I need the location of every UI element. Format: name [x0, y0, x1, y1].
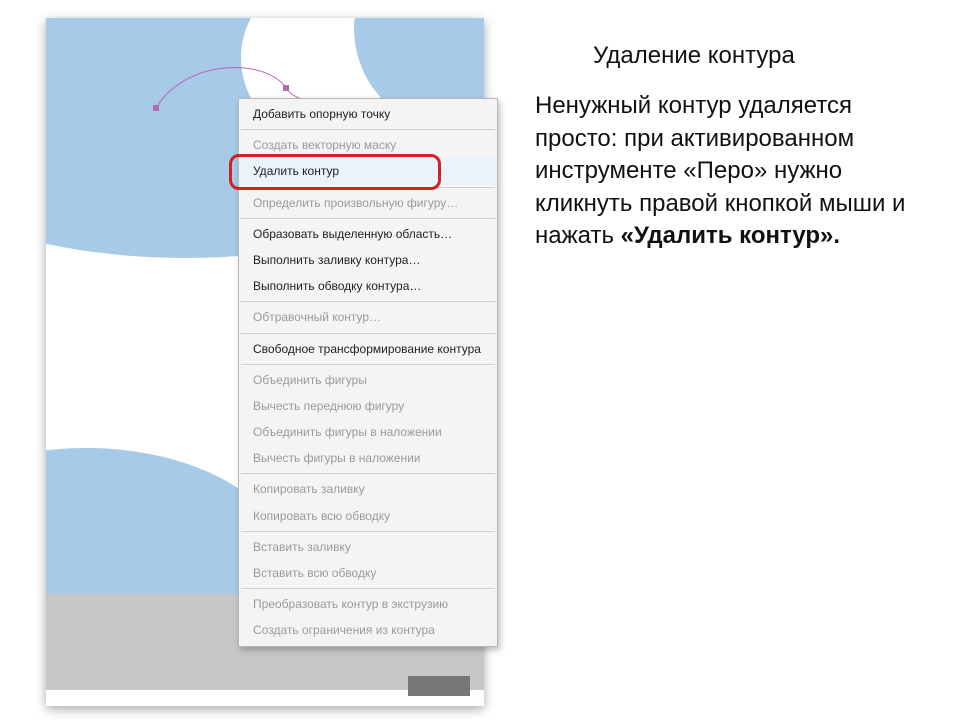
- context-menu: Добавить опорную точку Создать векторную…: [238, 98, 498, 647]
- menu-copy-stroke[interactable]: Копировать всю обводку: [239, 503, 497, 529]
- menu-create-constraint[interactable]: Создать ограничения из контура: [239, 617, 497, 643]
- menu-combine-shapes[interactable]: Объединить фигуры: [239, 367, 497, 393]
- menu-extrude-path[interactable]: Преобразовать контур в экструзию: [239, 591, 497, 617]
- menu-separator: [241, 218, 495, 219]
- menu-create-vector-mask[interactable]: Создать векторную маску: [239, 132, 497, 158]
- menu-separator: [241, 364, 495, 365]
- menu-separator: [241, 473, 495, 474]
- menu-subtract-front-shape[interactable]: Вычесть переднюю фигуру: [239, 393, 497, 419]
- menu-paste-fill[interactable]: Вставить заливку: [239, 534, 497, 560]
- photoshop-screenshot-panel: Добавить опорную точку Создать векторную…: [46, 18, 484, 706]
- menu-add-anchor-point[interactable]: Добавить опорную точку: [239, 101, 497, 127]
- menu-separator: [241, 129, 495, 130]
- menu-separator: [241, 588, 495, 589]
- menu-separator: [241, 187, 495, 188]
- menu-delete-path[interactable]: Удалить контур: [239, 158, 497, 184]
- menu-separator: [241, 301, 495, 302]
- menu-intersect-overlap[interactable]: Объединить фигуры в наложении: [239, 419, 497, 445]
- menu-free-transform-path[interactable]: Свободное трансформирование контура: [239, 336, 497, 362]
- body-text: Ненужный контур удаляется просто: при ак…: [535, 90, 937, 252]
- menu-exclude-overlap[interactable]: Вычесть фигуры в наложении: [239, 445, 497, 471]
- menu-separator: [241, 333, 495, 334]
- menu-make-selection[interactable]: Образовать выделенную область…: [239, 221, 497, 247]
- body-text-bold: «Удалить контур».: [621, 222, 840, 249]
- menu-fill-path[interactable]: Выполнить заливку контура…: [239, 247, 497, 273]
- heading: Удаление контура: [593, 40, 937, 72]
- menu-paste-stroke[interactable]: Вставить всю обводку: [239, 560, 497, 586]
- menu-clipping-path[interactable]: Обтравочный контур…: [239, 304, 497, 330]
- menu-stroke-path[interactable]: Выполнить обводку контура…: [239, 273, 497, 299]
- menu-copy-fill[interactable]: Копировать заливку: [239, 476, 497, 502]
- menu-define-custom-shape[interactable]: Определить произвольную фигуру…: [239, 190, 497, 216]
- explanation-text-column: Удаление контура Ненужный контур удаляет…: [535, 40, 937, 252]
- statusbar-tab: [408, 676, 470, 696]
- menu-separator: [241, 531, 495, 532]
